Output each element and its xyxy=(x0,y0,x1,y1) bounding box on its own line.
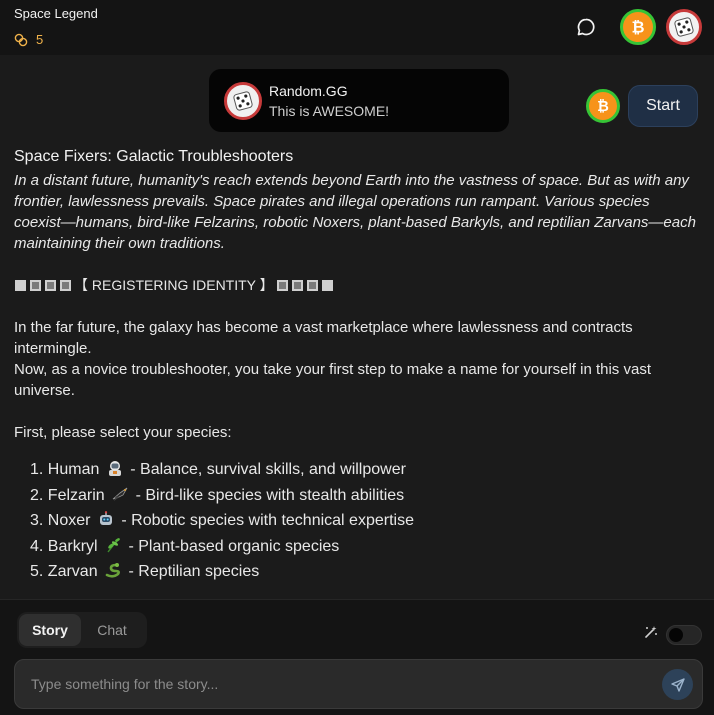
grid-square-icon xyxy=(306,280,318,291)
svg-text:₿: ₿ xyxy=(597,99,609,115)
bottom-panel: Story Chat xyxy=(0,599,714,715)
coin-count: 5 xyxy=(36,32,44,47)
grid-square-icon xyxy=(291,280,303,291)
story-intro: In a distant future, humanity's reach ex… xyxy=(14,172,696,252)
notification-message: This is AWESOME! xyxy=(269,103,390,119)
notification-toast: Random.GG This is AWESOME! xyxy=(209,69,509,132)
story-title: Space Fixers: Galactic Troubleshooters xyxy=(14,148,294,165)
story-text: Space Fixers: Galactic Troubleshooters I… xyxy=(14,147,700,585)
list-item: 3. Noxer - Robotic species with technica… xyxy=(30,510,414,530)
start-area: ₿ Start xyxy=(586,85,698,127)
story-input[interactable] xyxy=(31,660,651,708)
dice-avatar-button[interactable] xyxy=(666,9,702,45)
bitcoin-icon: ₿ xyxy=(631,18,644,37)
list-item: 1. Human - Balance, survival skills, and… xyxy=(30,459,406,478)
tab-story[interactable]: Story xyxy=(19,614,81,646)
input-tools xyxy=(643,624,702,645)
herb-icon xyxy=(104,536,122,553)
start-button[interactable]: Start xyxy=(628,85,698,127)
bitcoin-icon: ₿ xyxy=(597,99,609,115)
square-icon xyxy=(321,280,333,291)
top-bar: Space Legend 5 ₿ xyxy=(0,0,714,55)
coins-icon xyxy=(14,33,28,47)
coin-balance: 5 xyxy=(14,32,43,47)
registering-label: 【 REGISTERING IDENTITY 】 xyxy=(74,277,274,293)
magic-wand-icon[interactable] xyxy=(643,624,659,645)
astronaut-icon xyxy=(106,459,124,476)
list-item: 2. Felzarin - Bird-like species with ste… xyxy=(30,485,405,504)
robot-icon xyxy=(97,510,115,526)
dice-icon xyxy=(233,91,253,111)
auto-toggle[interactable] xyxy=(666,624,702,645)
mode-tabs: Story Chat xyxy=(17,612,147,648)
send-button[interactable] xyxy=(662,669,693,700)
list-item: 4. Barkryl - Plant-based organic species xyxy=(30,536,340,555)
bitcoin-avatar-button[interactable]: ₿ xyxy=(620,9,656,45)
toggle-knob xyxy=(669,627,683,642)
grid-square-icon xyxy=(276,280,288,291)
registering-identity-banner: 【 REGISTERING IDENTITY 】 xyxy=(14,275,700,296)
species-list: 1. Human - Balance, survival skills, and… xyxy=(14,457,700,585)
story-content[interactable]: Random.GG This is AWESOME! ₿ Start Space… xyxy=(0,55,714,599)
send-icon xyxy=(670,677,685,692)
notification-sender: Random.GG xyxy=(269,83,348,99)
snake-icon xyxy=(104,561,122,578)
bitcoin-avatar: ₿ xyxy=(586,89,620,123)
dice-icon xyxy=(674,17,694,37)
svg-text:₿: ₿ xyxy=(631,18,644,37)
app-title: Space Legend xyxy=(14,6,98,21)
grid-square-icon xyxy=(30,280,41,291)
tab-chat[interactable]: Chat xyxy=(81,614,143,646)
dice-avatar xyxy=(224,82,262,120)
story-paragraph-1: In the far future, the galaxy has become… xyxy=(14,319,633,357)
bird-icon xyxy=(111,485,129,501)
chat-bubble-icon[interactable] xyxy=(574,15,598,39)
grid-square-icon xyxy=(45,280,56,291)
story-input-box xyxy=(14,659,703,709)
list-item: 5. Zarvan - Reptilian species xyxy=(30,561,260,581)
square-icon xyxy=(15,280,26,291)
story-paragraph-2: Now, as a novice troubleshooter, you tak… xyxy=(14,361,651,399)
grid-square-icon xyxy=(60,280,71,291)
species-prompt: First, please select your species: xyxy=(14,424,232,441)
top-actions: ₿ xyxy=(574,9,702,45)
